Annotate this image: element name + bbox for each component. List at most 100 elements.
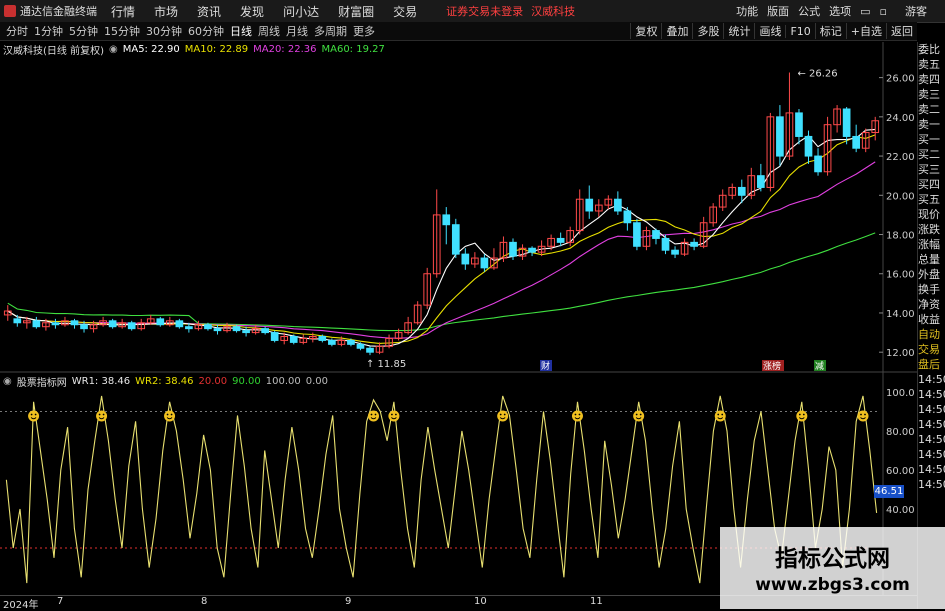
candle-down — [289, 336, 298, 343]
candle-down — [347, 339, 355, 345]
app-logo-icon — [4, 5, 16, 17]
menu-options[interactable]: 选项 — [829, 3, 851, 19]
candle-down — [804, 135, 813, 157]
period-multi[interactable]: 多周期 — [314, 23, 347, 39]
period-intraday[interactable]: 分时 — [6, 23, 28, 39]
smiley-eye-left — [499, 413, 502, 416]
adjust-button[interactable]: 复权 — [630, 23, 661, 39]
menu-layout[interactable]: 版面 — [767, 3, 789, 19]
smiley-eye-left — [574, 413, 577, 416]
wr1-value: WR1: 38.46 — [71, 375, 131, 387]
candle-down — [556, 237, 565, 243]
toolbar-right-group: 复权 叠加 多股 统计 画线 F10 标记 +自选 返回 — [630, 22, 917, 40]
candle-down — [795, 112, 803, 137]
price-axis-label: 24.00 — [886, 113, 915, 124]
side-panel-item: 买五 — [918, 193, 940, 206]
period-5min[interactable]: 5分钟 — [69, 23, 98, 39]
minimize-icon[interactable]: ▭ — [860, 5, 870, 18]
smiley-marker-icon — [388, 410, 400, 422]
menu-trade[interactable]: 交易 — [393, 3, 417, 20]
mark-button[interactable]: 标记 — [814, 23, 846, 39]
settings-dot-icon[interactable]: ◉ — [109, 44, 118, 55]
period-1min[interactable]: 1分钟 — [34, 23, 63, 39]
smiley-eye-right — [395, 413, 397, 416]
side-panel-item: 卖一 — [918, 118, 940, 131]
smiley-eye-right — [503, 413, 506, 416]
indicator-axis-label: 40.00 — [886, 505, 915, 516]
f10-button[interactable]: F10 — [785, 24, 814, 38]
menu-quotes[interactable]: 行情 — [111, 3, 135, 20]
smiley-eye-right — [374, 413, 377, 416]
smiley-eye-right — [721, 413, 724, 416]
smiley-eye-right — [864, 413, 866, 416]
smiley-marker-icon — [714, 410, 726, 422]
candle-down — [232, 326, 241, 332]
price-axis-label: 20.00 — [886, 191, 915, 202]
smiley-marker-icon — [28, 410, 40, 422]
indicator-header: ◉ 股票指标网 WR1: 38.46 WR2: 38.46 20.00 90.0… — [3, 374, 333, 389]
candle-down — [318, 336, 327, 341]
wr2-value: WR2: 38.46 — [135, 375, 194, 387]
price-axis-label: 18.00 — [886, 231, 915, 242]
menu-market[interactable]: 市场 — [154, 3, 178, 20]
period-30min[interactable]: 30分钟 — [146, 23, 182, 39]
smiley-marker-icon — [497, 410, 509, 422]
period-weekly[interactable]: 周线 — [258, 23, 280, 39]
level-0: 0.00 — [305, 375, 329, 387]
ma10-value: MA10: 22.89 — [184, 43, 249, 55]
side-panel-item: 买一 — [918, 133, 940, 146]
restore-icon[interactable]: ▫ — [880, 5, 887, 18]
menu-ask[interactable]: 问小达 — [283, 3, 319, 20]
ma5-value: MA5: 22.90 — [122, 43, 180, 55]
side-panel-item: 交易 — [918, 343, 940, 356]
menu-discover[interactable]: 发现 — [240, 3, 264, 20]
smiley-marker-icon — [96, 410, 108, 422]
side-panel-item: 14:50 — [918, 478, 945, 491]
candle-down — [242, 330, 250, 334]
period-daily[interactable]: 日线 — [230, 23, 252, 39]
multi-stock-button[interactable]: 多股 — [692, 23, 723, 39]
event-tag-label: 减 — [815, 360, 824, 372]
period-15min[interactable]: 15分钟 — [104, 23, 140, 39]
period-more[interactable]: 更多 — [353, 23, 375, 39]
watermark-overlay: 指标公式网 www.zbgs3.com — [720, 527, 945, 609]
candle-down — [261, 328, 269, 334]
side-panel-item: 14:50 — [918, 403, 945, 416]
guest-button[interactable]: 游客 — [896, 3, 936, 19]
indicator-settings-icon[interactable]: ◉ — [3, 376, 12, 387]
level-20: 20.00 — [198, 375, 228, 387]
side-panel-item: 卖五 — [918, 58, 940, 71]
smiley-eye-left — [798, 413, 801, 416]
kline-chart[interactable]: 26.00 24.00 22.00 20.00 18.00 16.00 14.00 12.00… — [0, 42, 917, 595]
draw-line-button[interactable]: 画线 — [754, 23, 785, 39]
period-monthly[interactable]: 月线 — [286, 23, 308, 39]
side-panel-item: 14:50 — [918, 463, 945, 476]
candle-down — [328, 339, 336, 345]
date-label-10: 10 — [474, 596, 487, 607]
ma60-line — [7, 232, 876, 332]
side-panel-item: 自动 — [918, 328, 940, 341]
trade-login-warning[interactable]: 证券交易未登录 — [446, 3, 523, 19]
menu-formula[interactable]: 公式 — [798, 3, 820, 19]
menu-news[interactable]: 资讯 — [197, 3, 221, 20]
add-watchlist-button[interactable]: +自选 — [845, 23, 886, 39]
smiley-eye-left — [635, 413, 638, 416]
candle-down — [451, 224, 460, 255]
smiley-eye-right — [34, 413, 37, 416]
candle-down — [814, 155, 822, 173]
smiley-marker-icon — [857, 410, 869, 422]
side-panel-item: 总量 — [918, 253, 940, 266]
back-button[interactable]: 返回 — [886, 23, 917, 39]
overlay-button[interactable]: 叠加 — [661, 23, 692, 39]
candle-down — [509, 241, 517, 257]
menu-wealth[interactable]: 财富圈 — [338, 3, 374, 20]
smiley-eye-left — [391, 413, 393, 416]
stats-button[interactable]: 统计 — [723, 23, 754, 39]
date-label-9: 9 — [345, 596, 352, 607]
event-tag-label: 财 — [541, 360, 550, 372]
watermark-url: www.zbgs3.com — [755, 575, 910, 595]
side-panel-item: 委比 — [918, 43, 940, 56]
indicator-axis-label: 100.0 — [886, 388, 915, 399]
period-60min[interactable]: 60分钟 — [188, 23, 224, 39]
menu-function[interactable]: 功能 — [736, 3, 758, 19]
